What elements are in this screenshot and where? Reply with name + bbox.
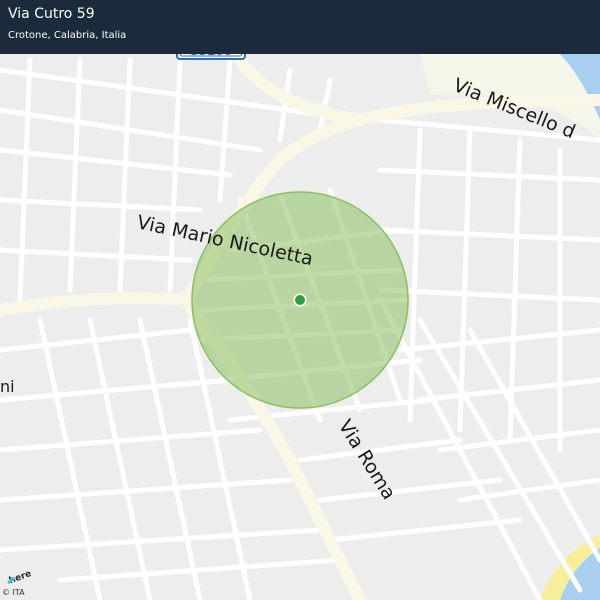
here-logo-text: here: [8, 569, 33, 586]
address-title: Via Cutro 59: [8, 6, 95, 22]
copyright-text: © ITA: [2, 588, 25, 597]
here-logo: here: [6, 566, 36, 586]
street-label-partial: ni: [0, 377, 15, 396]
map-canvas[interactable]: Via Mario Nicoletta Via Miscello d Via R…: [0, 0, 600, 600]
address-subtitle: Crotone, Calabria, Italia: [8, 30, 127, 41]
location-header: Via Cutro 59 Crotone, Calabria, Italia: [0, 0, 600, 54]
